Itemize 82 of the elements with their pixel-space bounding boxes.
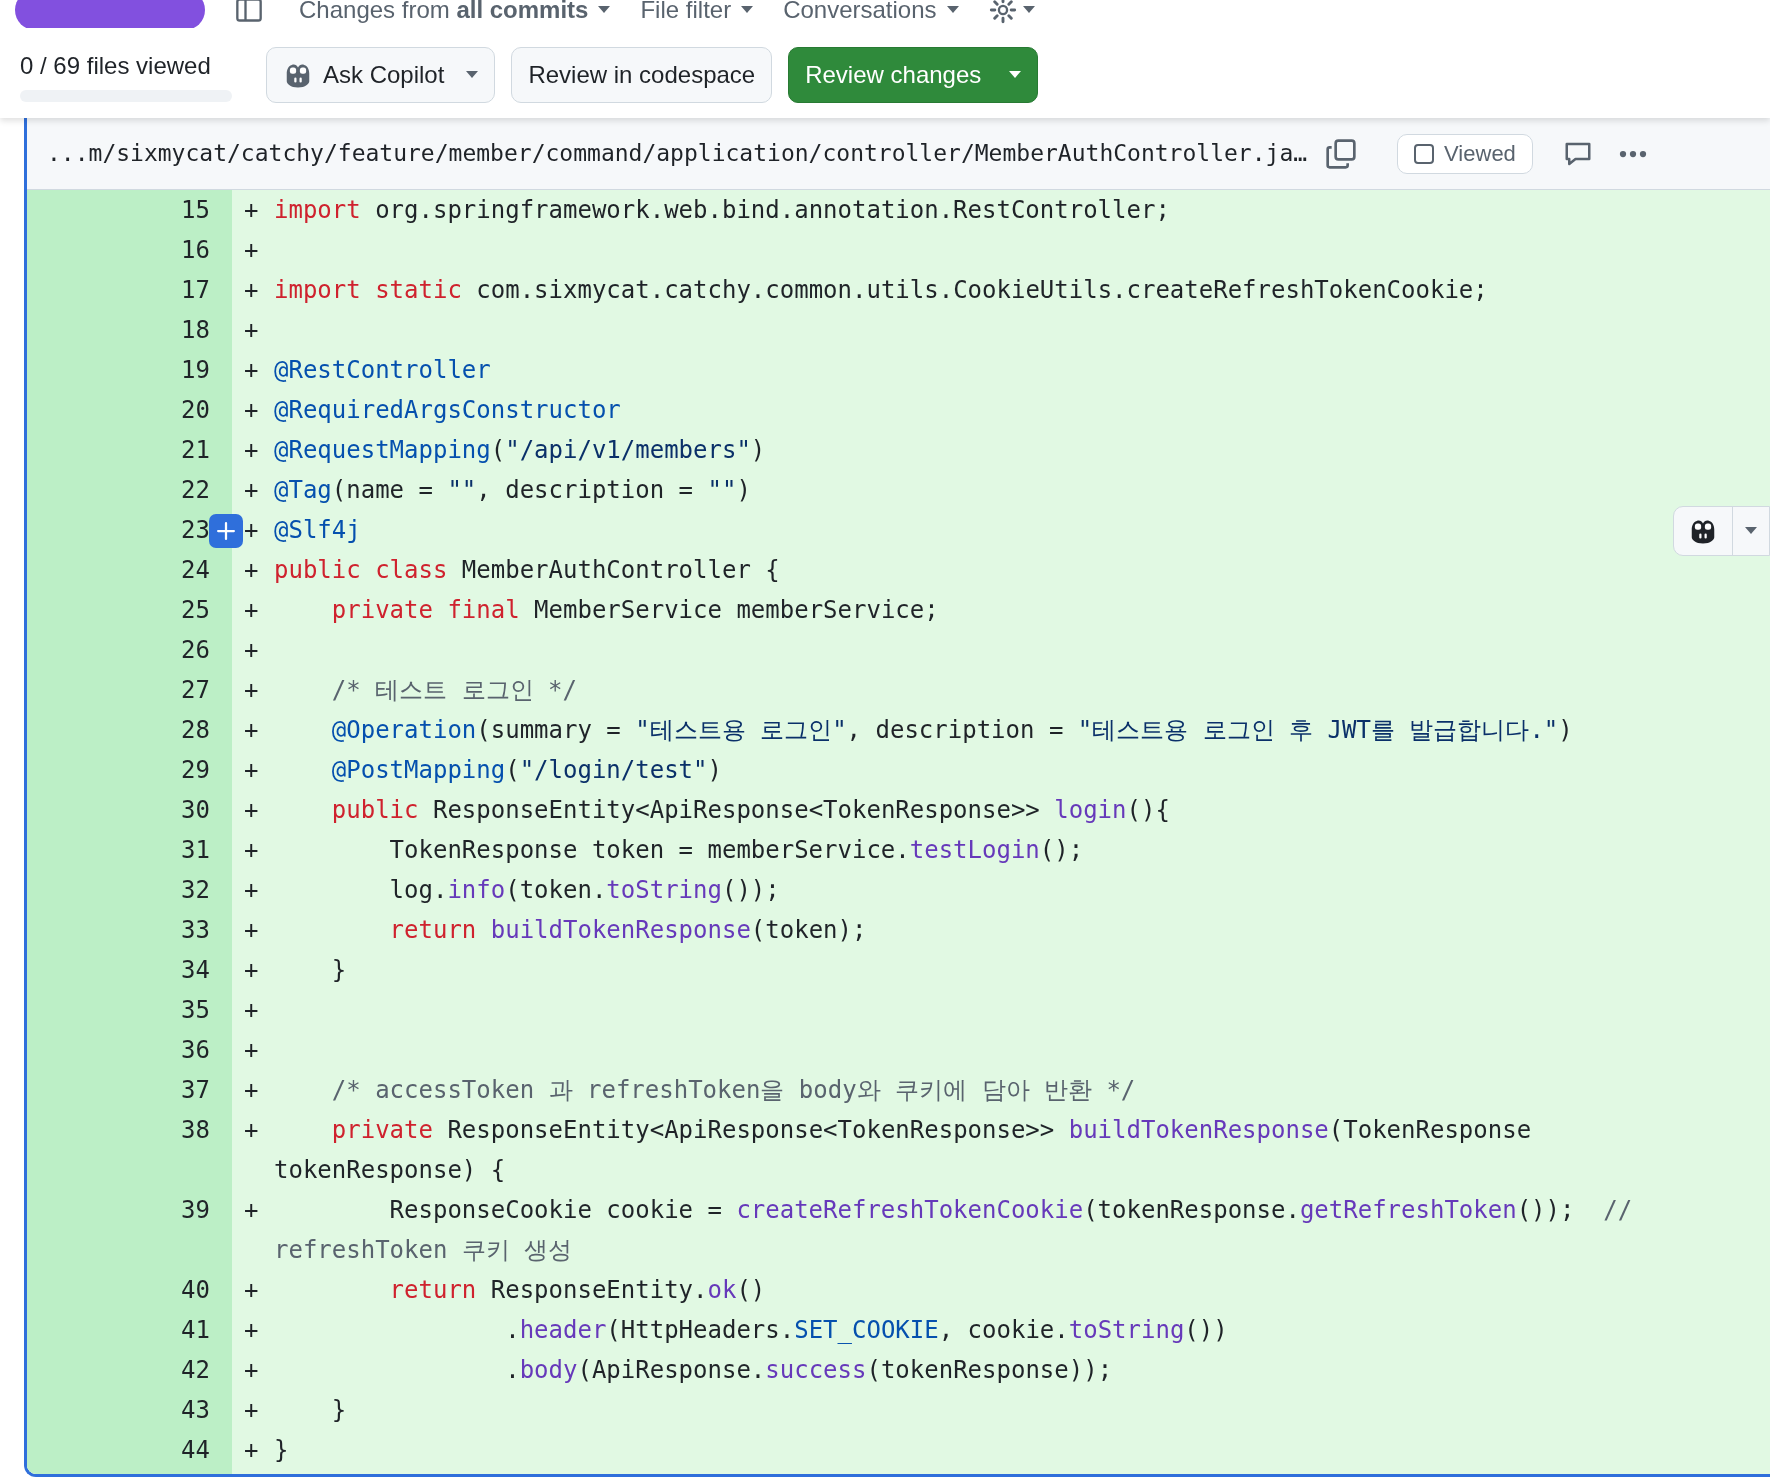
review-in-codespace-button[interactable]: Review in codespace: [511, 47, 773, 103]
diff-marker: +: [244, 396, 259, 424]
button-label: Review changes: [804, 60, 983, 90]
code-line: log.info(token.toString());: [388, 876, 780, 904]
code-line: @RestController: [274, 356, 491, 384]
filter-dropdown[interactable]: File filter: [640, 0, 754, 28]
filter-dropdown[interactable]: Conversations: [783, 0, 959, 28]
diff-marker: +: [244, 876, 259, 904]
code-line: }: [330, 956, 347, 984]
code-line: }: [274, 1436, 289, 1464]
viewed-toggle[interactable]: Viewed: [1397, 133, 1533, 174]
caret-icon: [598, 6, 611, 14]
diff-marker: +: [244, 756, 259, 784]
diff-marker: +: [244, 1036, 259, 1064]
code-line: @Slf4j: [274, 516, 361, 544]
code-line: private ResponseEntity<ApiResponse<TokenResponse>> buildTokenResponse(TokenResponse tokenResponse) {: [274, 1116, 1533, 1184]
diff-marker: +: [244, 316, 259, 344]
code-line: }: [330, 1396, 347, 1424]
code-line: return buildTokenResponse(token);: [388, 916, 867, 944]
diff-marker: +: [244, 556, 259, 584]
diff-marker: +: [244, 836, 259, 864]
viewed-checkbox[interactable]: [1414, 143, 1435, 164]
copilot-menu-button[interactable]: [1673, 506, 1770, 556]
diff-marker: +: [244, 596, 259, 624]
settings-dropdown[interactable]: [988, 0, 1035, 24]
code-line: .body(ApiResponse.success(tokenResponse));: [504, 1356, 1113, 1384]
diff-marker: +: [244, 676, 259, 704]
caret-icon: [1745, 527, 1757, 535]
diff-marker: +: [244, 716, 259, 744]
diff-marker: +: [244, 476, 259, 504]
diff-marker: +: [244, 1076, 259, 1104]
diff-marker: +: [244, 356, 259, 384]
code-line: ResponseCookie cookie = createRefreshTokenCookie(tokenResponse.getRefreshToken()); // refreshToken 쿠키 생성: [274, 1196, 1634, 1264]
diff-marker: +: [244, 796, 259, 824]
code-line: .header(HttpHeaders.SET_COOKIE, cookie.toString()): [504, 1316, 1228, 1344]
diff-marker: +: [244, 1436, 259, 1464]
diff-marker: +: [244, 196, 259, 224]
diff-marker: +: [244, 1116, 259, 1144]
settings-icon: [988, 0, 1017, 24]
code-line: private final MemberService memberService;: [330, 596, 939, 624]
code-line: public class MemberAuthController {: [274, 556, 780, 584]
code-line: @PostMapping("/login/test"): [330, 756, 722, 784]
diff-marker: +: [244, 996, 259, 1024]
diff-marker: +: [244, 916, 259, 944]
filter-dropdown[interactable]: Changes from all commits: [299, 0, 611, 28]
caret-icon: [466, 71, 479, 79]
files-viewed-count: 0 / 69 files viewed: [20, 51, 212, 81]
diff-marker: +: [244, 436, 259, 464]
diff-marker: +: [244, 956, 259, 984]
file-path: ...m/sixmycat/catchy/feature/member/command/application/controller/MemberAuthController.ja…: [47, 139, 1308, 169]
copy-icon[interactable]: [1325, 137, 1358, 170]
code-line: /* accessToken 과 refreshToken을 body와 쿠키에 담아 반환 */: [330, 1076, 1136, 1104]
code-line: @Tag(name = "", description = ""): [274, 476, 751, 504]
code-line: public ResponseEntity<ApiResponse<TokenResponse>> login(){: [330, 796, 1170, 824]
caret-icon: [741, 6, 754, 14]
diff-marker: +: [244, 1196, 259, 1224]
diff-marker: +: [244, 1396, 259, 1424]
diff-marker: +: [244, 1316, 259, 1344]
code-line: TokenResponse token = memberService.testLogin();: [388, 836, 1084, 864]
caret-icon: [1009, 71, 1022, 79]
cut-off-button[interactable]: [15, 0, 205, 28]
caret-icon: [1022, 6, 1035, 14]
diff-marker: +: [244, 516, 259, 544]
diff-marker: +: [244, 276, 259, 304]
code-line: import static com.sixmycat.catchy.common.utils.CookieUtils.createRefreshTokenCookie;: [274, 276, 1488, 304]
review-changes-button[interactable]: Review changes: [788, 47, 1039, 103]
code-line: @RequiredArgsConstructor: [274, 396, 621, 424]
diff-marker: +: [244, 636, 259, 664]
button-label: Ask Copilot: [323, 60, 445, 90]
code-line: /* 테스트 로그인 */: [330, 676, 577, 704]
plus-icon: [217, 522, 235, 540]
caret-icon: [946, 6, 959, 14]
diff-marker: +: [244, 236, 259, 264]
diff-marker: +: [244, 1356, 259, 1384]
code-line: return ResponseEntity.ok(): [388, 1276, 766, 1304]
add-comment-button[interactable]: [209, 514, 243, 548]
ask-copilot-button[interactable]: Ask Copilot: [266, 47, 496, 103]
sidebar-toggle-icon[interactable]: [235, 0, 263, 24]
code-line: import org.springframework.web.bind.annotation.RestController;: [274, 196, 1170, 224]
code-line: @RequestMapping("/api/v1/members"): [274, 436, 766, 464]
diff-marker: +: [244, 1276, 259, 1304]
code-line: @Operation(summary = "테스트용 로그인", description = "테스트용 로그인 후 JWT를 발급합니다."): [330, 716, 1573, 744]
